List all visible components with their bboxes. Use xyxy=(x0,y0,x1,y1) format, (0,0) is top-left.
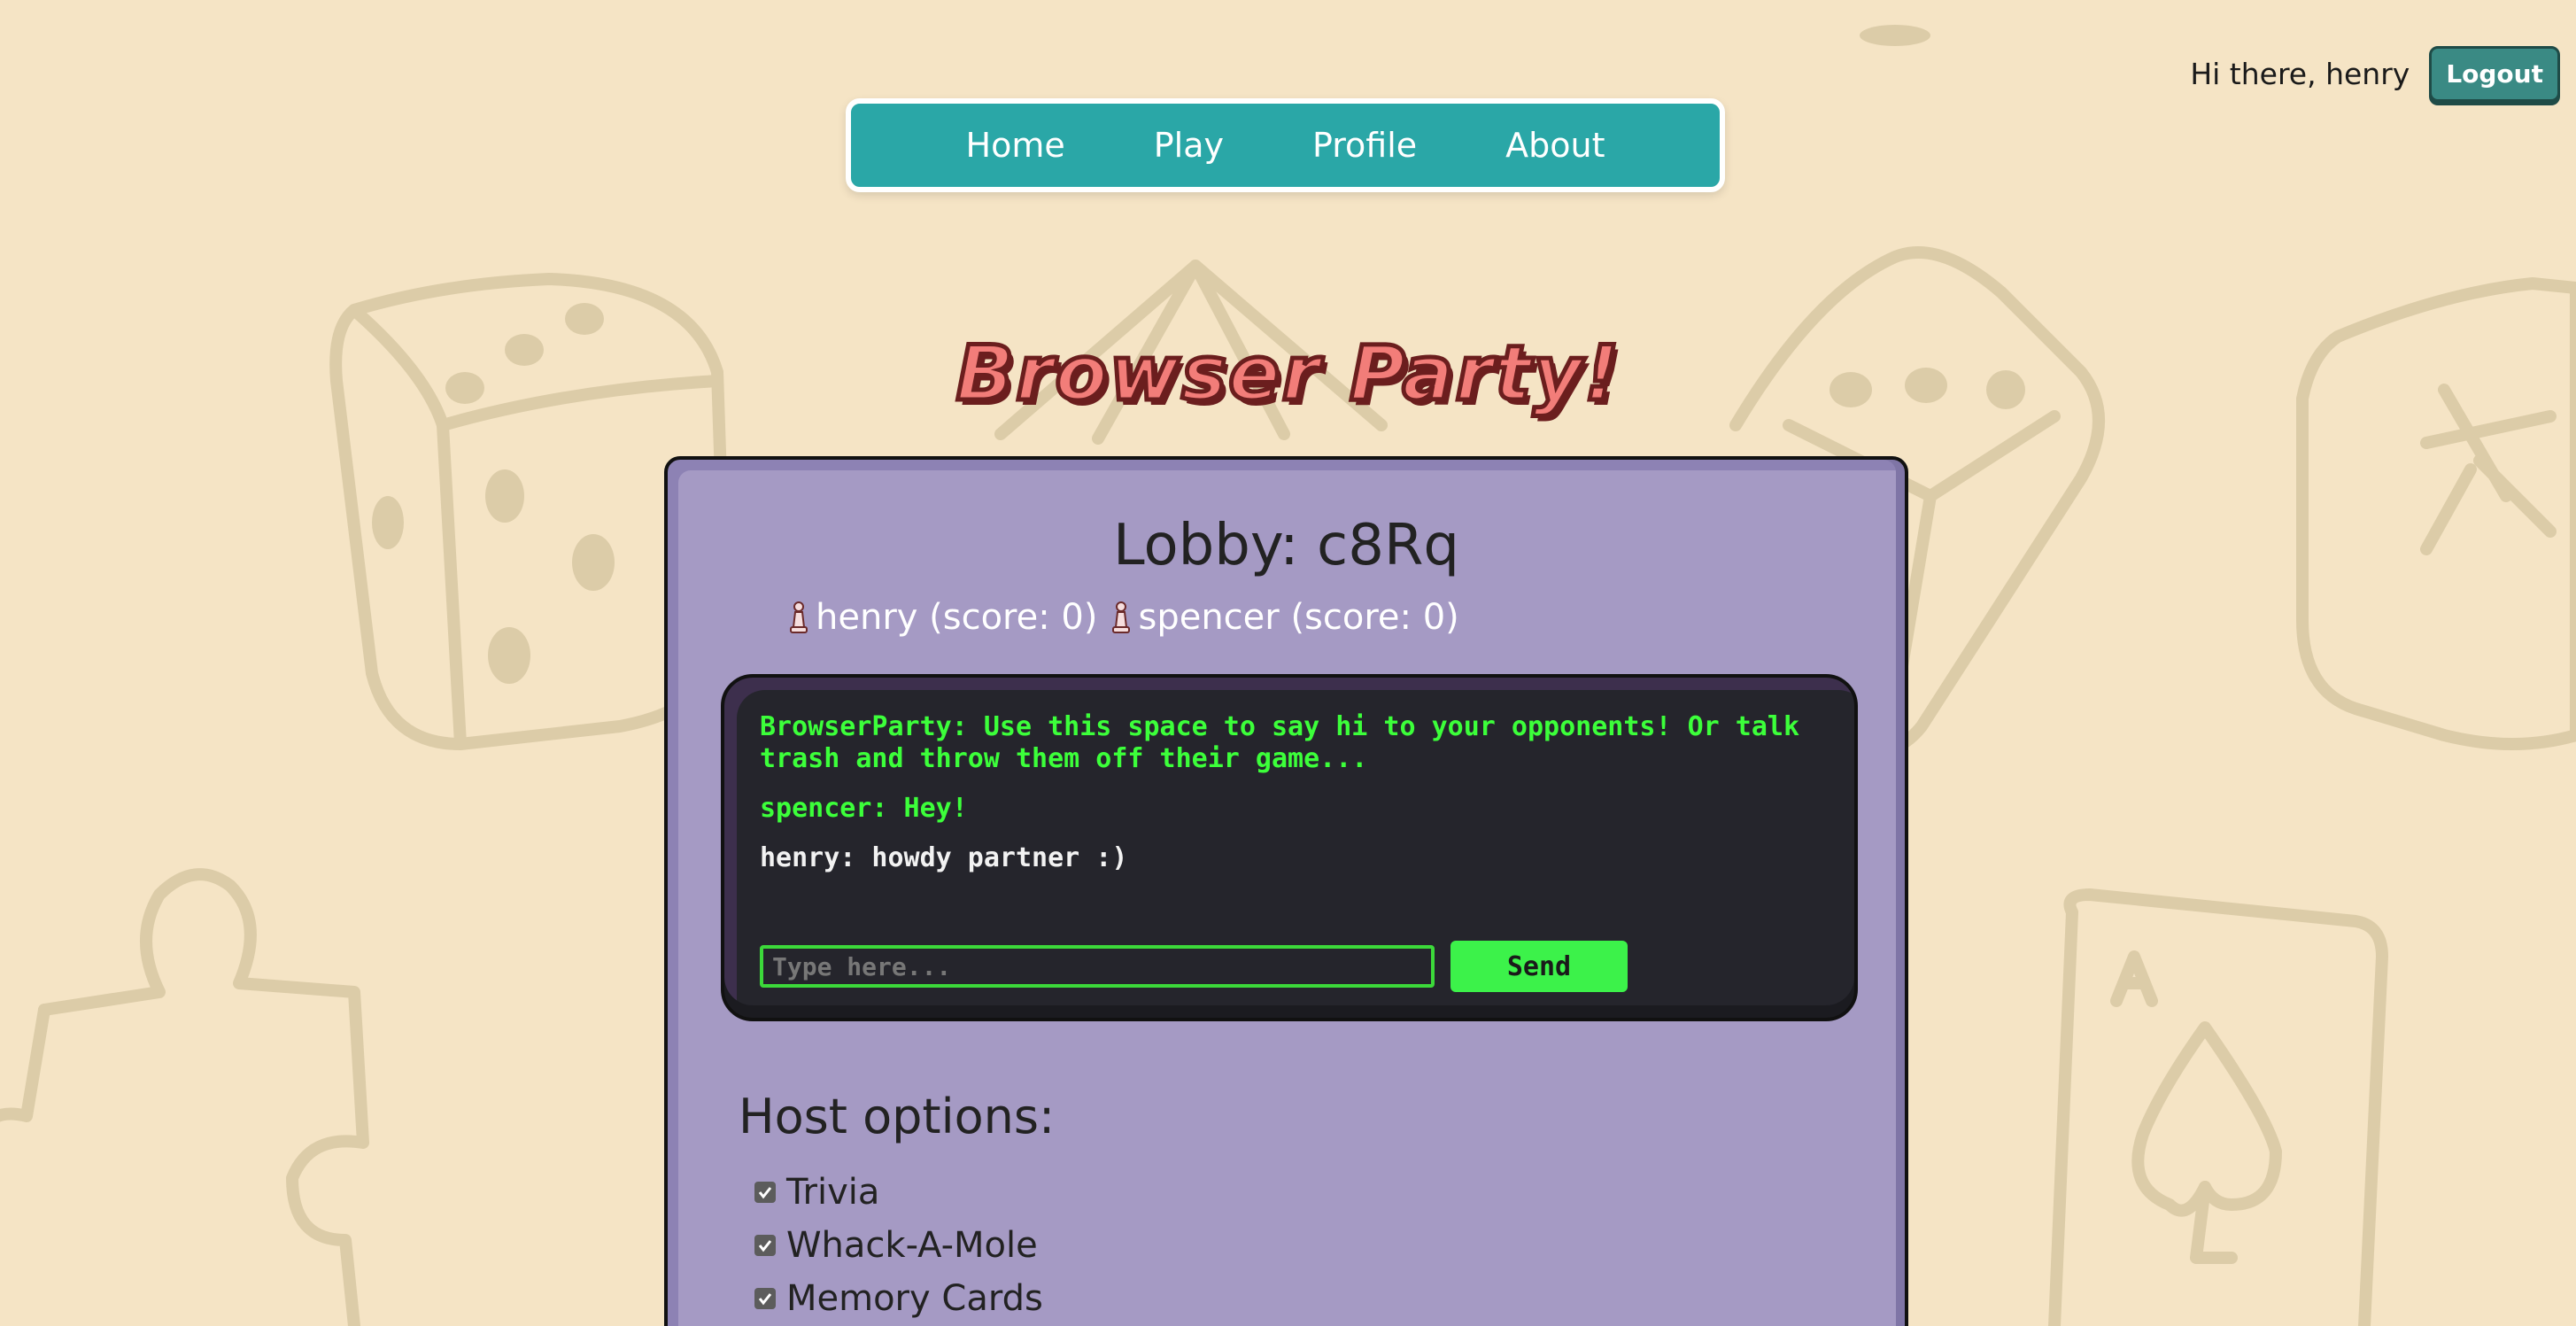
nav-link-profile[interactable]: Profile xyxy=(1312,126,1417,165)
nav-link-play[interactable]: Play xyxy=(1154,126,1224,165)
player-label: henry (score: 0) xyxy=(816,597,1098,638)
chat-input[interactable] xyxy=(760,945,1435,988)
chat-messages: BrowserParty: Use this space to say hi t… xyxy=(760,711,1822,892)
pawn-icon xyxy=(1112,601,1131,633)
checkbox[interactable] xyxy=(754,1182,776,1203)
check-icon xyxy=(758,1187,772,1199)
pawn-icon xyxy=(790,601,808,633)
player-item: spencer (score: 0) xyxy=(1110,597,1459,638)
option-label: Memory Cards xyxy=(786,1278,1043,1319)
check-icon xyxy=(758,1293,772,1306)
send-button[interactable]: Send xyxy=(1450,941,1628,992)
option-memory-cards[interactable]: Memory Cards xyxy=(754,1272,1043,1325)
checkbox[interactable] xyxy=(754,1235,776,1256)
nav-link-about[interactable]: About xyxy=(1505,126,1605,165)
ace-of-spades-card-icon xyxy=(2048,888,2388,1326)
chat-box: BrowserParty: Use this space to say hi t… xyxy=(721,674,1858,1021)
check-icon xyxy=(758,1240,772,1252)
option-trivia[interactable]: Trivia xyxy=(754,1166,1043,1219)
chat-message: BrowserParty: Use this space to say hi t… xyxy=(760,711,1799,774)
lobby-title: Lobby: c8Rq xyxy=(1112,513,1460,578)
mahjong-tile-icon xyxy=(2296,277,2576,750)
option-label: Trivia xyxy=(786,1172,880,1213)
host-options-title: Host options: xyxy=(739,1089,1056,1144)
puzzle-piece-icon xyxy=(0,868,369,1326)
option-label: Whack-A-Mole xyxy=(786,1225,1038,1266)
host-options-list: Trivia Whack-A-Mole Memory Cards xyxy=(754,1166,1043,1325)
site-logo-title: Browser Party! xyxy=(954,328,1621,421)
nav-link-home[interactable]: Home xyxy=(966,126,1065,165)
option-whack-a-mole[interactable]: Whack-A-Mole xyxy=(754,1219,1043,1272)
player-list: henry (score: 0) spencer (score: 0) xyxy=(787,597,1459,638)
chat-message: spencer: Hey! xyxy=(760,793,968,824)
chat-message: henry: howdy partner :) xyxy=(760,842,1128,873)
greeting-text: Hi there, henry xyxy=(2190,57,2410,91)
player-label: spencer (score: 0) xyxy=(1138,597,1459,638)
lobby-card: Lobby: c8Rq henry (score: 0) spencer (sc… xyxy=(664,456,1908,1326)
user-area: Hi there, henry Logout xyxy=(2190,46,2560,102)
main-nav: Home Play Profile About xyxy=(846,98,1725,192)
checkbox[interactable] xyxy=(754,1288,776,1309)
player-item: henry (score: 0) xyxy=(787,597,1097,638)
logout-button[interactable]: Logout xyxy=(2429,46,2560,102)
page: Hi there, henry Logout Home Play Profile… xyxy=(0,0,2576,1326)
